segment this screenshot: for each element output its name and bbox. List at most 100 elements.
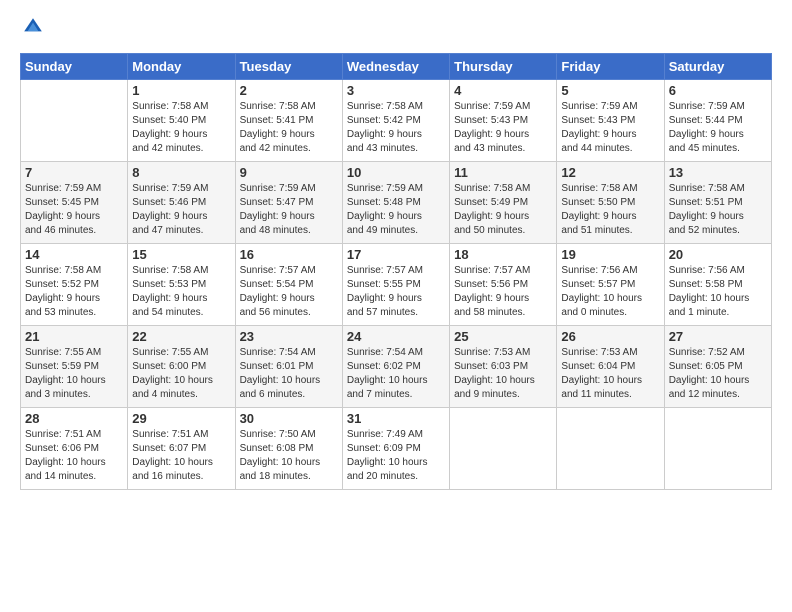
day-number: 10 [347,165,445,180]
cell-info: Sunrise: 7:52 AMSunset: 6:05 PMDaylight:… [669,346,767,402]
col-header-tuesday: Tuesday [235,54,342,80]
cell-info: Sunrise: 7:57 AMSunset: 5:56 PMDaylight:… [454,264,552,320]
day-number: 13 [669,165,767,180]
cell-info: Sunrise: 7:50 AMSunset: 6:08 PMDaylight:… [240,428,338,484]
cell-info: Sunrise: 7:58 AMSunset: 5:52 PMDaylight:… [25,264,123,320]
day-number: 15 [132,247,230,262]
calendar-cell: 4Sunrise: 7:59 AMSunset: 5:43 PMDaylight… [450,80,557,162]
day-number: 19 [561,247,659,262]
calendar-cell: 31Sunrise: 7:49 AMSunset: 6:09 PMDayligh… [342,408,449,490]
cell-info: Sunrise: 7:54 AMSunset: 6:01 PMDaylight:… [240,346,338,402]
cell-info: Sunrise: 7:59 AMSunset: 5:48 PMDaylight:… [347,182,445,238]
cell-info: Sunrise: 7:54 AMSunset: 6:02 PMDaylight:… [347,346,445,402]
col-header-friday: Friday [557,54,664,80]
cell-info: Sunrise: 7:58 AMSunset: 5:49 PMDaylight:… [454,182,552,238]
calendar-cell: 16 Sunrise: 7:57 AMSunset: 5:54 PMDayligh… [235,244,342,326]
calendar-cell: 7 Sunrise: 7:59 AMSunset: 5:45 PMDaylight… [21,162,128,244]
day-number: 2 [240,83,338,98]
calendar-cell: 9 Sunrise: 7:59 AMSunset: 5:47 PMDaylight… [235,162,342,244]
calendar-cell [664,408,771,490]
calendar-cell: 21Sunrise: 7:55 AMSunset: 5:59 PMDayligh… [21,326,128,408]
calendar-table: SundayMondayTuesdayWednesdayThursdayFrid… [20,53,772,490]
calendar-cell [21,80,128,162]
cell-info: Sunrise: 7:57 AMSunset: 5:55 PMDaylight:… [347,264,445,320]
week-row-5: 28 Sunrise: 7:51 AMSunset: 6:06 PMDayligh… [21,408,772,490]
cell-info: Sunrise: 7:59 AMSunset: 5:47 PMDaylight:… [240,182,338,238]
day-number: 26 [561,329,659,344]
day-number: 24 [347,329,445,344]
col-header-sunday: Sunday [21,54,128,80]
calendar-cell: 5Sunrise: 7:59 AMSunset: 5:43 PMDaylight… [557,80,664,162]
calendar-cell: 22Sunrise: 7:55 AMSunset: 6:00 PMDayligh… [128,326,235,408]
calendar-cell: 25 Sunrise: 7:53 AMSunset: 6:03 PMDayligh… [450,326,557,408]
calendar-cell: 11 Sunrise: 7:58 AMSunset: 5:49 PMDayligh… [450,162,557,244]
day-number: 25 [454,329,552,344]
calendar-cell: 30 Sunrise: 7:50 AMSunset: 6:08 PMDayligh… [235,408,342,490]
cell-info: Sunrise: 7:59 AMSunset: 5:46 PMDaylight:… [132,182,230,238]
cell-info: Sunrise: 7:58 AMSunset: 5:53 PMDaylight:… [132,264,230,320]
day-number: 29 [132,411,230,426]
col-header-wednesday: Wednesday [342,54,449,80]
day-number: 14 [25,247,123,262]
cell-info: Sunrise: 7:59 AMSunset: 5:44 PMDaylight:… [669,100,767,156]
cell-info: Sunrise: 7:49 AMSunset: 6:09 PMDaylight:… [347,428,445,484]
day-number: 1 [132,83,230,98]
logo-icon [22,16,44,38]
col-header-thursday: Thursday [450,54,557,80]
cell-info: Sunrise: 7:58 AMSunset: 5:40 PMDaylight:… [132,100,230,156]
day-number: 7 [25,165,123,180]
logo [20,16,48,43]
cell-info: Sunrise: 7:53 AMSunset: 6:03 PMDaylight:… [454,346,552,402]
calendar-cell: 6 Sunrise: 7:59 AMSunset: 5:44 PMDaylight… [664,80,771,162]
day-number: 8 [132,165,230,180]
calendar-cell: 3 Sunrise: 7:58 AMSunset: 5:42 PMDaylight… [342,80,449,162]
calendar-cell: 20Sunrise: 7:56 AMSunset: 5:58 PMDayligh… [664,244,771,326]
calendar-cell: 23 Sunrise: 7:54 AMSunset: 6:01 PMDayligh… [235,326,342,408]
cell-info: Sunrise: 7:58 AMSunset: 5:42 PMDaylight:… [347,100,445,156]
header-row: SundayMondayTuesdayWednesdayThursdayFrid… [21,54,772,80]
day-number: 3 [347,83,445,98]
week-row-4: 21Sunrise: 7:55 AMSunset: 5:59 PMDayligh… [21,326,772,408]
cell-info: Sunrise: 7:56 AMSunset: 5:57 PMDaylight:… [561,264,659,320]
cell-info: Sunrise: 7:59 AMSunset: 5:45 PMDaylight:… [25,182,123,238]
week-row-3: 14 Sunrise: 7:58 AMSunset: 5:52 PMDayligh… [21,244,772,326]
calendar-cell: 27Sunrise: 7:52 AMSunset: 6:05 PMDayligh… [664,326,771,408]
cell-info: Sunrise: 7:58 AMSunset: 5:50 PMDaylight:… [561,182,659,238]
calendar-cell: 26 Sunrise: 7:53 AMSunset: 6:04 PMDayligh… [557,326,664,408]
day-number: 12 [561,165,659,180]
calendar-cell [450,408,557,490]
day-number: 17 [347,247,445,262]
day-number: 21 [25,329,123,344]
day-number: 16 [240,247,338,262]
cell-info: Sunrise: 7:55 AMSunset: 6:00 PMDaylight:… [132,346,230,402]
day-number: 11 [454,165,552,180]
calendar-cell: 14 Sunrise: 7:58 AMSunset: 5:52 PMDayligh… [21,244,128,326]
cell-info: Sunrise: 7:56 AMSunset: 5:58 PMDaylight:… [669,264,767,320]
cell-info: Sunrise: 7:57 AMSunset: 5:54 PMDaylight:… [240,264,338,320]
calendar-cell: 8 Sunrise: 7:59 AMSunset: 5:46 PMDaylight… [128,162,235,244]
day-number: 30 [240,411,338,426]
calendar-cell: 28 Sunrise: 7:51 AMSunset: 6:06 PMDayligh… [21,408,128,490]
col-header-monday: Monday [128,54,235,80]
calendar-cell: 12 Sunrise: 7:58 AMSunset: 5:50 PMDayligh… [557,162,664,244]
calendar-cell [557,408,664,490]
calendar-cell: 1 Sunrise: 7:58 AMSunset: 5:40 PMDaylight… [128,80,235,162]
calendar-cell: 13 Sunrise: 7:58 AMSunset: 5:51 PMDayligh… [664,162,771,244]
cell-info: Sunrise: 7:53 AMSunset: 6:04 PMDaylight:… [561,346,659,402]
col-header-saturday: Saturday [664,54,771,80]
calendar-cell: 24 Sunrise: 7:54 AMSunset: 6:02 PMDayligh… [342,326,449,408]
day-number: 23 [240,329,338,344]
day-number: 9 [240,165,338,180]
week-row-2: 7 Sunrise: 7:59 AMSunset: 5:45 PMDaylight… [21,162,772,244]
calendar-cell: 15 Sunrise: 7:58 AMSunset: 5:53 PMDayligh… [128,244,235,326]
cell-info: Sunrise: 7:58 AMSunset: 5:51 PMDaylight:… [669,182,767,238]
week-row-1: 1 Sunrise: 7:58 AMSunset: 5:40 PMDaylight… [21,80,772,162]
cell-info: Sunrise: 7:51 AMSunset: 6:06 PMDaylight:… [25,428,123,484]
calendar-cell: 19 Sunrise: 7:56 AMSunset: 5:57 PMDayligh… [557,244,664,326]
calendar-cell: 10 Sunrise: 7:59 AMSunset: 5:48 PMDayligh… [342,162,449,244]
day-number: 28 [25,411,123,426]
day-number: 5 [561,83,659,98]
day-number: 6 [669,83,767,98]
header [20,16,772,43]
page: SundayMondayTuesdayWednesdayThursdayFrid… [0,0,792,612]
